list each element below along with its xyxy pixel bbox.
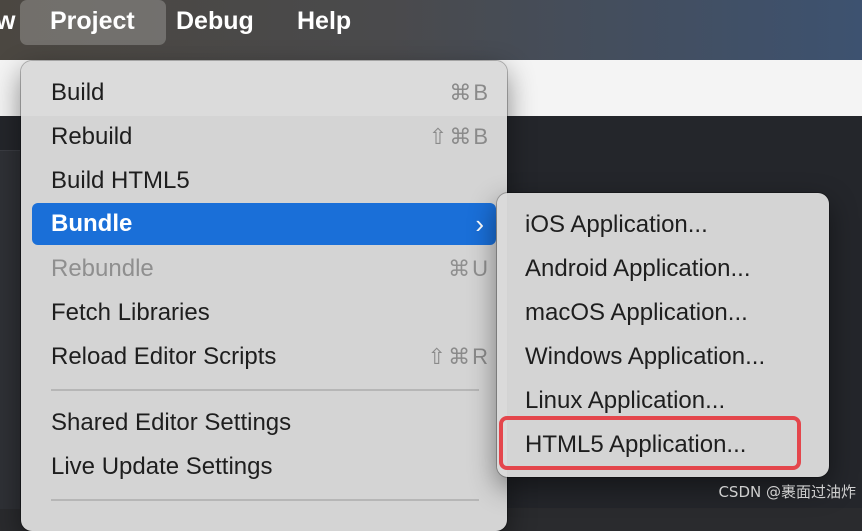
menu-item-label: Bundle [51,210,133,237]
menu-item-label: Windows Application... [525,343,766,370]
watermark-text: CSDN @裹面过油炸 [718,483,856,501]
chevron-right-icon: › [475,209,484,239]
menu-item-label: macOS Application... [525,299,748,326]
menu-item-reload-editor-scripts[interactable]: Reload Editor Scripts ⇧⌘R [32,337,496,377]
menu-item-bundle[interactable]: Bundle › [32,203,496,245]
menu-item-rebundle: Rebundle ⌘U [32,249,496,289]
shortcut-label: ⌘U [448,256,490,281]
menu-item-label: Shared Editor Settings [51,409,292,436]
project-menu: Build ⌘B Rebuild ⇧⌘B Build HTML5 Bundle … [21,61,507,531]
menubar-item-label: Project [50,7,135,35]
submenu-item-android[interactable]: Android Application... [497,249,829,289]
menu-item-rebuild[interactable]: Rebuild ⇧⌘B [32,117,496,157]
menu-item-shared-editor-settings[interactable]: Shared Editor Settings [32,403,496,443]
menu-item-label: Build [51,79,105,106]
menu-bar: w Project Debug Help [0,0,862,60]
menu-item-label: Rebuild [51,123,133,150]
menu-item-label: Fetch Libraries [51,299,210,326]
background-side-panel [0,150,20,509]
submenu-item-linux[interactable]: Linux Application... [497,381,829,421]
menu-item-label: Linux Application... [525,387,726,414]
shortcut-label: ⌘B [449,80,490,105]
menu-item-label: Reload Editor Scripts [51,343,277,370]
menu-item-live-update-settings[interactable]: Live Update Settings [32,447,496,487]
shortcut-label: ⇧⌘R [427,344,490,369]
menu-item-label: iOS Application... [525,211,708,238]
menu-item-label: Android Application... [525,255,751,282]
submenu-item-windows[interactable]: Windows Application... [497,337,829,377]
menubar-item-view[interactable]: w [0,0,15,44]
menu-item-build-html5[interactable]: Build HTML5 [32,161,496,201]
menubar-item-project[interactable]: Project [20,0,166,45]
menubar-item-debug[interactable]: Debug [176,0,254,44]
menu-item-label: Build HTML5 [51,167,190,194]
menu-separator [51,389,479,391]
submenu-item-ios[interactable]: iOS Application... [497,205,829,245]
annotation-highlight-box [499,416,801,470]
menu-item-fetch-libraries[interactable]: Fetch Libraries [32,293,496,333]
submenu-item-macos[interactable]: macOS Application... [497,293,829,333]
menu-item-label: Live Update Settings [51,453,273,480]
menubar-item-help[interactable]: Help [297,0,351,44]
menu-item-build[interactable]: Build ⌘B [32,73,496,113]
menu-item-label: Rebundle [51,255,154,282]
shortcut-label: ⇧⌘B [428,124,490,149]
menu-separator [51,499,479,501]
